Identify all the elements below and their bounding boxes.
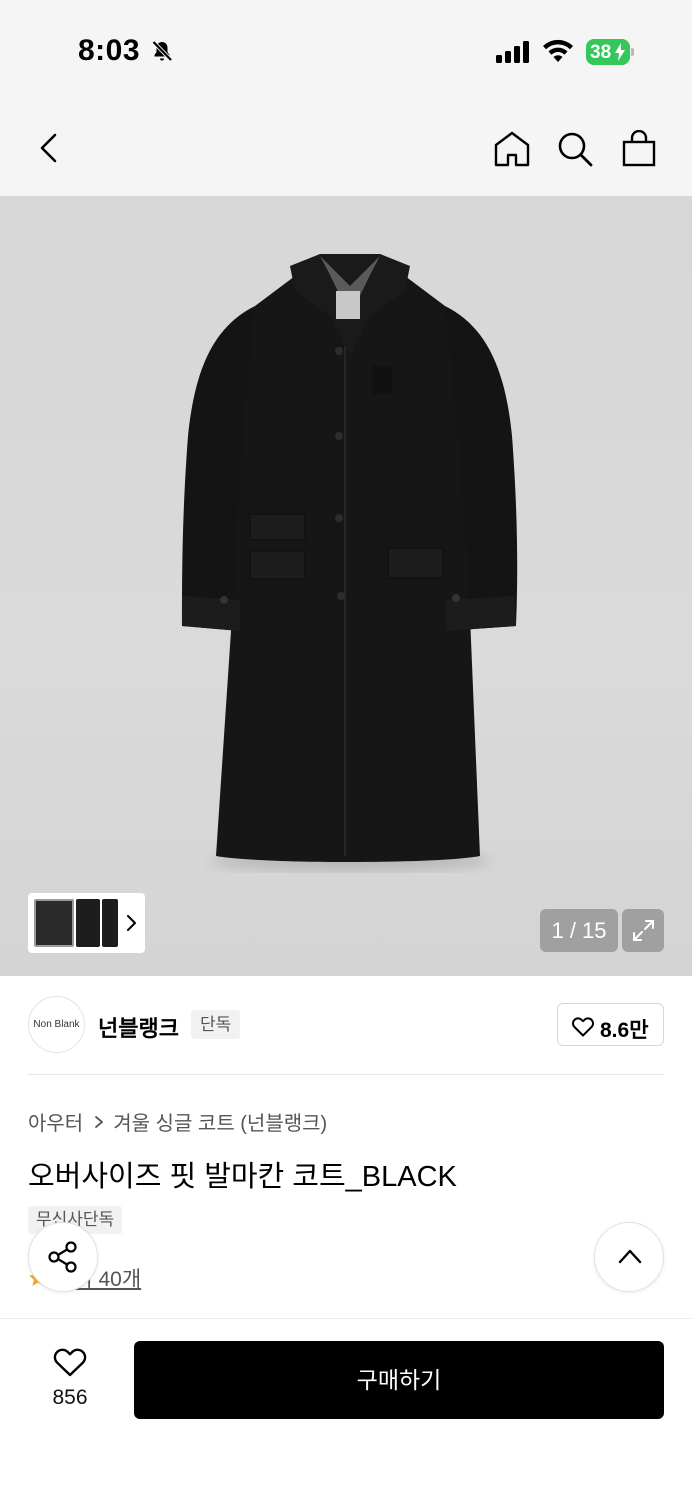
breadcrumb-subcategory[interactable]: 겨울 싱글 코트 (넌블랭크) [113, 1107, 327, 1136]
thumbnail-strip[interactable] [28, 893, 145, 953]
coat-product-image [182, 254, 518, 871]
product-title: 오버사이즈 핏 발마칸 코트_BLACK [28, 1161, 457, 1193]
share-button[interactable] [28, 1222, 98, 1292]
section-divider [28, 1074, 664, 1075]
expand-image-button[interactable] [622, 909, 664, 952]
scroll-to-top-button[interactable] [594, 1222, 664, 1292]
brand-logo[interactable]: Non Blank [28, 996, 85, 1053]
breadcrumb-category[interactable]: 아우터 [28, 1107, 83, 1136]
product-image-gallery[interactable]: 1 / 15 [0, 196, 692, 976]
expand-icon [633, 920, 654, 941]
back-icon[interactable] [38, 132, 58, 164]
exclusive-badge: 단독 [191, 1010, 241, 1039]
brand-like-count: 8.6만 [600, 1019, 649, 1042]
battery-level: 38 [590, 42, 612, 63]
search-icon[interactable] [556, 130, 594, 168]
brand-like-button[interactable]: 8.6만 [557, 1003, 664, 1046]
buy-button[interactable]: 구매하기 [134, 1341, 664, 1419]
status-time: 8:03 [78, 34, 141, 67]
chevron-up-icon [618, 1249, 642, 1264]
image-page-counter: 1 / 15 [540, 909, 618, 952]
status-bar: 8:03 38 [0, 0, 692, 100]
charging-bolt-icon [615, 43, 625, 61]
home-icon[interactable] [493, 130, 531, 168]
cellular-signal-icon [496, 41, 529, 63]
heart-outline-icon[interactable] [52, 1346, 88, 1378]
bell-muted-icon [152, 40, 173, 62]
brand-logo-text: Non Blank [33, 1019, 80, 1030]
chevron-right-icon[interactable] [124, 911, 138, 935]
shopping-bag-icon[interactable] [620, 130, 658, 168]
chevron-right-icon [95, 1115, 104, 1128]
thumbnail-2[interactable] [76, 899, 100, 947]
thumbnail-3[interactable] [102, 899, 118, 947]
thumbnail-1[interactable] [34, 899, 74, 947]
battery-indicator: 38 [586, 39, 634, 65]
share-icon [48, 1241, 77, 1273]
wish-count: 856 [52, 1386, 88, 1409]
battery-tip [631, 48, 634, 56]
brand-name-link[interactable]: 넌블랭크 [98, 1011, 179, 1043]
top-navigation [0, 100, 692, 196]
breadcrumb: 아우터 겨울 싱글 코트 (넌블랭크) [28, 1107, 327, 1136]
wifi-icon [543, 39, 573, 62]
heart-outline-icon [572, 1017, 594, 1037]
